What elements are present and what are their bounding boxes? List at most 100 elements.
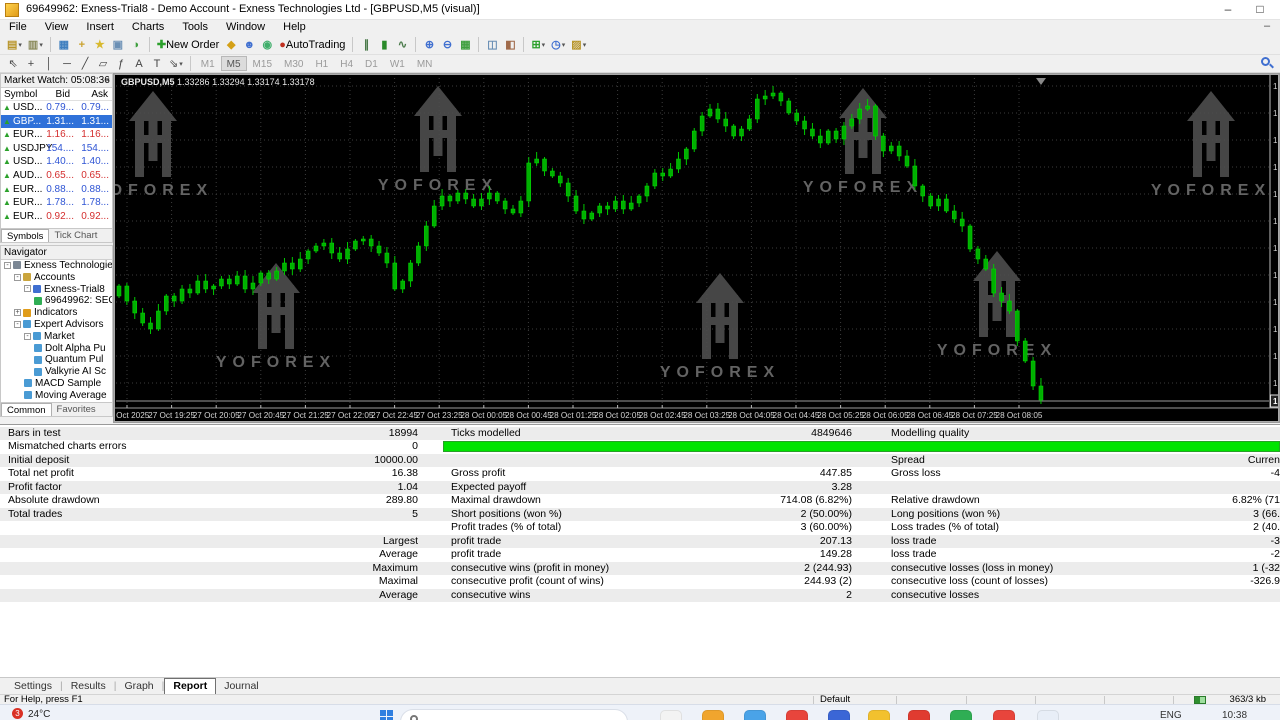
collapse-icon[interactable]: -	[14, 273, 21, 281]
timeframe-d1[interactable]: D1	[359, 56, 384, 71]
zoom-out-button[interactable]: ⊖	[438, 36, 456, 53]
maximize-button[interactable]: □	[1244, 0, 1276, 20]
fibonacci-tool-button[interactable]: ƒ	[112, 55, 130, 72]
market-watch-row[interactable]: ▲ USDJPY 154.... 154....	[1, 142, 112, 156]
vertical-line-tool-button[interactable]: │	[40, 55, 58, 72]
metaeditor-button[interactable]: ◆	[222, 36, 240, 53]
market-watch-row[interactable]: ▲ EUR... 1.16... 1.16...	[1, 128, 112, 142]
taskbar-search-box[interactable]	[400, 709, 628, 720]
community-button[interactable]: ◉	[258, 36, 276, 53]
navigator-item[interactable]: - Exness-Trial8	[1, 284, 112, 296]
taskbar-app-icon[interactable]	[1037, 710, 1059, 720]
timeframe-m15[interactable]: M15	[247, 56, 278, 71]
periods-menu-button[interactable]: ◷ ▾	[548, 36, 568, 53]
weather-temperature[interactable]: 24°C	[28, 709, 50, 720]
data-window-toggle-button[interactable]: +	[73, 36, 91, 53]
market-watch-row[interactable]: ▲ GBP... 1.31... 1.31...	[1, 114, 112, 129]
auto-arrange-button[interactable]: ◫	[483, 36, 501, 53]
shapes-tool-button[interactable]: ⇘ ▾	[166, 55, 186, 72]
taskbar-app-icon[interactable]	[702, 710, 724, 720]
terminal-toggle-button[interactable]: ▣	[109, 36, 127, 53]
text-label-tool-button[interactable]: T	[148, 55, 166, 72]
taskbar-app-icon[interactable]	[660, 710, 682, 720]
expand-icon[interactable]: +	[14, 309, 21, 317]
bar-chart-mode-button[interactable]: ∥	[357, 36, 375, 53]
tab-favorites[interactable]: Favorites	[52, 403, 101, 416]
templates-menu-button[interactable]: ▨ ▾	[568, 36, 589, 53]
collapse-icon[interactable]: -	[24, 332, 31, 340]
tile-windows-button[interactable]: ▦	[456, 36, 474, 53]
collapse-icon[interactable]: -	[24, 285, 31, 293]
navigator-item[interactable]: - Market	[1, 331, 112, 343]
price-chart[interactable]: YOFOREX YOFOREX YOFOREX YOFOREX YOFOREX YOFOR…	[113, 73, 1280, 423]
tab-common[interactable]: Common	[1, 403, 52, 416]
language-indicator[interactable]: ENG	[1160, 710, 1182, 720]
market-watch-row[interactable]: ▲ EUR... 1.78... 1.78...	[1, 196, 112, 210]
timeframe-h4[interactable]: H4	[334, 56, 359, 71]
market-watch-row[interactable]: ▲ USD... 1.40... 1.40...	[1, 155, 112, 169]
menu-insert[interactable]: Insert	[77, 20, 123, 35]
tester-tab-report[interactable]: Report	[164, 677, 217, 695]
market-watch-row[interactable]: ▲ EUR... 0.92... 0.92...	[1, 210, 112, 224]
zoom-in-button[interactable]: ⊕	[420, 36, 438, 53]
chart-shift-button[interactable]: ◧	[501, 36, 519, 53]
cursor-tool-button[interactable]: ⇖	[4, 55, 22, 72]
navigator-item[interactable]: - Accounts	[1, 272, 112, 284]
navigator-item[interactable]: MACD Sample	[1, 378, 112, 390]
tester-tab-graph[interactable]: Graph	[116, 679, 161, 694]
timeframe-m1[interactable]: M1	[195, 56, 221, 71]
tester-tab-settings[interactable]: Settings	[6, 679, 60, 694]
navigator-item[interactable]: + Indicators	[1, 307, 112, 319]
timeframe-m5[interactable]: M5	[220, 56, 247, 71]
navigator-item[interactable]: Valkyrie AI Sc	[1, 366, 112, 378]
text-tool-button[interactable]: A	[130, 55, 148, 72]
taskbar-app-icon[interactable]	[744, 710, 766, 720]
taskbar-app-icon[interactable]	[908, 710, 930, 720]
minimize-button[interactable]: –	[1212, 0, 1244, 20]
timeframe-h1[interactable]: H1	[309, 56, 334, 71]
strategy-tester-toggle-button[interactable]: ◑	[127, 36, 145, 53]
taskbar-clock[interactable]: 10:38	[1222, 710, 1247, 720]
menu-charts[interactable]: Charts	[123, 20, 173, 35]
market-watch-row[interactable]: ▲ AUD... 0.65... 0.65...	[1, 169, 112, 183]
mdi-minimize-button[interactable]: –	[1258, 20, 1276, 34]
line-chart-mode-button[interactable]: ∿	[393, 36, 411, 53]
menu-window[interactable]: Window	[217, 20, 274, 35]
navigator-item[interactable]: Moving Average	[1, 390, 112, 402]
market-watch-toggle-button[interactable]: ▦	[55, 36, 73, 53]
weather-badge[interactable]: 3	[12, 708, 23, 719]
timeframe-w1[interactable]: W1	[384, 56, 411, 71]
tab-symbols[interactable]: Symbols	[1, 229, 50, 242]
menu-view[interactable]: View	[36, 20, 78, 35]
profiles-button[interactable]: ▥ ▾	[25, 36, 46, 53]
navigator-toggle-button[interactable]: ★	[91, 36, 109, 53]
start-button[interactable]	[380, 710, 394, 720]
menu-tools[interactable]: Tools	[173, 20, 217, 35]
taskbar-app-icon[interactable]	[828, 710, 850, 720]
tab-tick-chart[interactable]: Tick Chart	[49, 229, 102, 242]
navigator-item[interactable]: Dolt Alpha Pu	[1, 343, 112, 355]
channel-tool-button[interactable]: ▱	[94, 55, 112, 72]
menu-file[interactable]: File	[0, 20, 36, 35]
taskbar-app-icon[interactable]	[993, 710, 1015, 720]
timeframe-mn[interactable]: MN	[411, 56, 439, 71]
horizontal-line-tool-button[interactable]: ─	[58, 55, 76, 72]
tester-tab-journal[interactable]: Journal	[216, 679, 266, 694]
candlestick-chart-canvas[interactable]: YOFOREX YOFOREX YOFOREX YOFOREX YOFOREX YOFOR…	[114, 74, 1279, 422]
collapse-icon[interactable]: -	[4, 261, 11, 269]
menu-help[interactable]: Help	[274, 20, 315, 35]
navigator-item[interactable]: - Exness Technologies MT4	[1, 260, 112, 272]
navigator-item[interactable]: 69649962: SEC	[1, 295, 112, 307]
search-icon[interactable]	[1261, 57, 1274, 70]
expert-properties-button[interactable]: ☻	[240, 36, 258, 53]
tester-tab-results[interactable]: Results	[63, 679, 114, 694]
taskbar-app-icon[interactable]	[786, 710, 808, 720]
autotrading-button[interactable]: ● AutoTrading	[276, 36, 348, 53]
new-order-button[interactable]: ✚ New Order	[154, 36, 222, 53]
crosshair-tool-button[interactable]: +	[22, 55, 40, 72]
candlestick-mode-button[interactable]: ▮	[375, 36, 393, 53]
new-chart-button[interactable]: ▤ ▾	[4, 36, 25, 53]
collapse-icon[interactable]: -	[14, 320, 21, 328]
market-watch-row[interactable]: ▲ USD... 0.79... 0.79...	[1, 101, 112, 115]
navigator-item[interactable]: - Expert Advisors	[1, 319, 112, 331]
